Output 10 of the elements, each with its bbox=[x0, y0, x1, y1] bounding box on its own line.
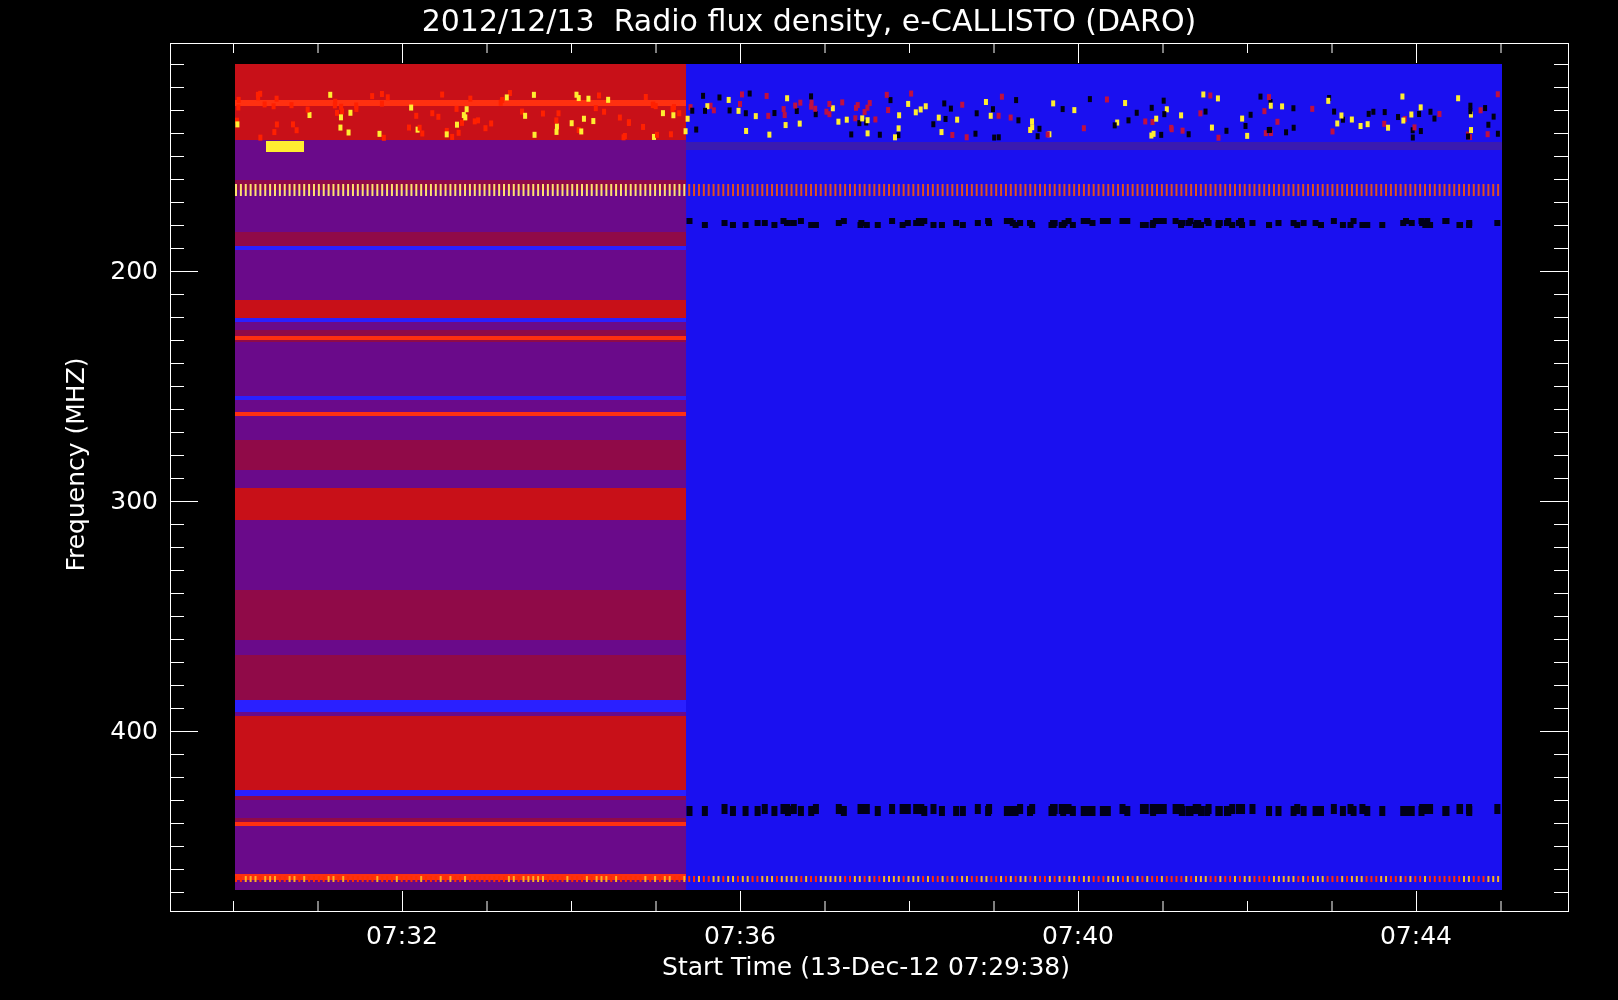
y-tick-label: 400 bbox=[109, 718, 158, 743]
y-tick-label: 200 bbox=[109, 258, 158, 283]
x-tick-label: 07:32 bbox=[364, 923, 439, 948]
chart-title: 2012/12/13 Radio flux density, e-CALLISTO (DARO) bbox=[420, 2, 1198, 40]
y-axis-label: Frequency (MHZ) bbox=[62, 356, 88, 574]
y-tick-label: 300 bbox=[109, 488, 158, 513]
x-axis-label: Start Time (13-Dec-12 07:29:38) bbox=[661, 954, 1071, 979]
x-tick-label: 07:44 bbox=[1378, 923, 1453, 948]
x-tick-label: 07:36 bbox=[702, 923, 777, 948]
x-tick-label: 07:40 bbox=[1040, 923, 1115, 948]
